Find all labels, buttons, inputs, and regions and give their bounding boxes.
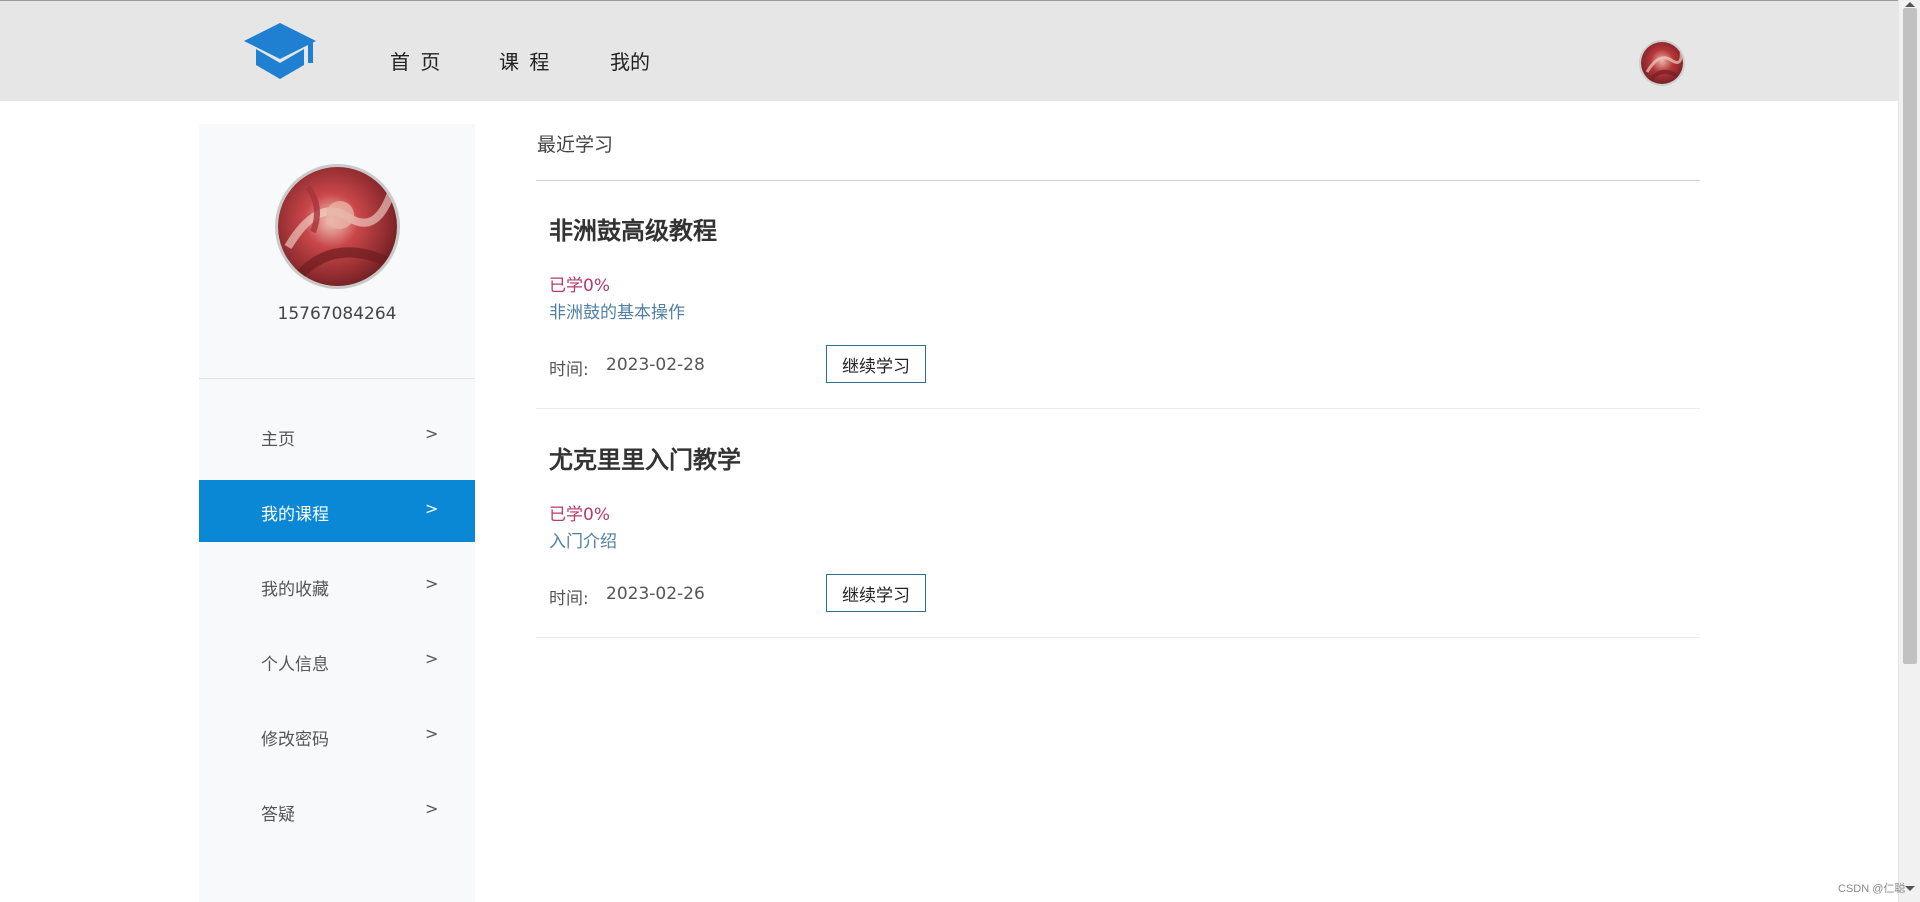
chevron-right-icon: > (425, 649, 439, 668)
continue-learning-button[interactable]: 继续学习 (826, 574, 926, 612)
sidebar-item-label: 我的课程 (261, 505, 329, 525)
top-nav-bar: 首 页 课 程 我的 (0, 0, 1898, 101)
page: 首 页 课 程 我的 15767084264 主页 > 我的课程 > 我的收藏 … (0, 0, 1920, 902)
sidebar-item-personal-info[interactable]: 个人信息 > (199, 630, 475, 692)
sidebar-item-my-courses[interactable]: 我的课程 > (199, 480, 475, 542)
chevron-right-icon: > (425, 574, 439, 593)
sidebar-divider (199, 378, 475, 379)
chevron-right-icon: > (425, 724, 439, 743)
sidebar: 15767084264 主页 > 我的课程 > 我的收藏 > 个人信息 > 修改… (199, 124, 475, 902)
sidebar-item-label: 主页 (261, 430, 295, 450)
chevron-right-icon: > (425, 424, 439, 443)
course-progress: 已学0% (549, 276, 610, 296)
scrollbar-thumb[interactable] (1903, 8, 1917, 664)
profile-avatar[interactable] (275, 164, 400, 289)
user-avatar[interactable] (1639, 40, 1685, 86)
sidebar-item-home[interactable]: 主页 > (199, 405, 475, 467)
course-title: 非洲鼓高级教程 (549, 217, 717, 245)
course-time-label: 时间: (549, 589, 589, 609)
graduation-cap-icon[interactable] (242, 21, 318, 83)
course-time-label: 时间: (549, 360, 589, 380)
sidebar-item-label: 答疑 (261, 805, 295, 825)
sidebar-item-favorites[interactable]: 我的收藏 > (199, 555, 475, 617)
scroll-down-arrow-icon[interactable] (1905, 886, 1915, 891)
course-card: 尤克里里入门教学 已学0% 入门介绍 时间: 2023-02-26 继续学习 (536, 410, 1700, 638)
course-progress: 已学0% (549, 505, 610, 525)
chevron-right-icon: > (425, 799, 439, 818)
section-title: 最近学习 (537, 134, 614, 156)
sidebar-item-label: 修改密码 (261, 730, 329, 750)
nav-course-link[interactable]: 课 程 (499, 46, 551, 75)
scroll-up-arrow-icon[interactable] (1905, 2, 1915, 7)
course-time-value: 2023-02-28 (606, 355, 705, 375)
course-title: 尤克里里入门教学 (549, 446, 741, 474)
chevron-right-icon: > (425, 499, 439, 518)
continue-learning-button[interactable]: 继续学习 (826, 345, 926, 383)
sidebar-item-label: 个人信息 (261, 655, 329, 675)
course-time-value: 2023-02-26 (606, 584, 705, 604)
course-card: 非洲鼓高级教程 已学0% 非洲鼓的基本操作 时间: 2023-02-28 继续学… (536, 181, 1700, 409)
course-lesson-link[interactable]: 入门介绍 (549, 527, 617, 552)
sidebar-item-qa[interactable]: 答疑 > (199, 780, 475, 842)
watermark: CSDN @仁聪 (1838, 883, 1906, 895)
course-lesson-link[interactable]: 非洲鼓的基本操作 (549, 298, 685, 323)
nav-mine-link[interactable]: 我的 (610, 46, 650, 75)
sidebar-item-change-password[interactable]: 修改密码 > (199, 705, 475, 767)
sidebar-item-label: 我的收藏 (261, 580, 329, 600)
profile-phone: 15767084264 (277, 304, 397, 324)
nav-home-link[interactable]: 首 页 (390, 46, 442, 75)
vertical-scrollbar[interactable] (1898, 0, 1920, 902)
